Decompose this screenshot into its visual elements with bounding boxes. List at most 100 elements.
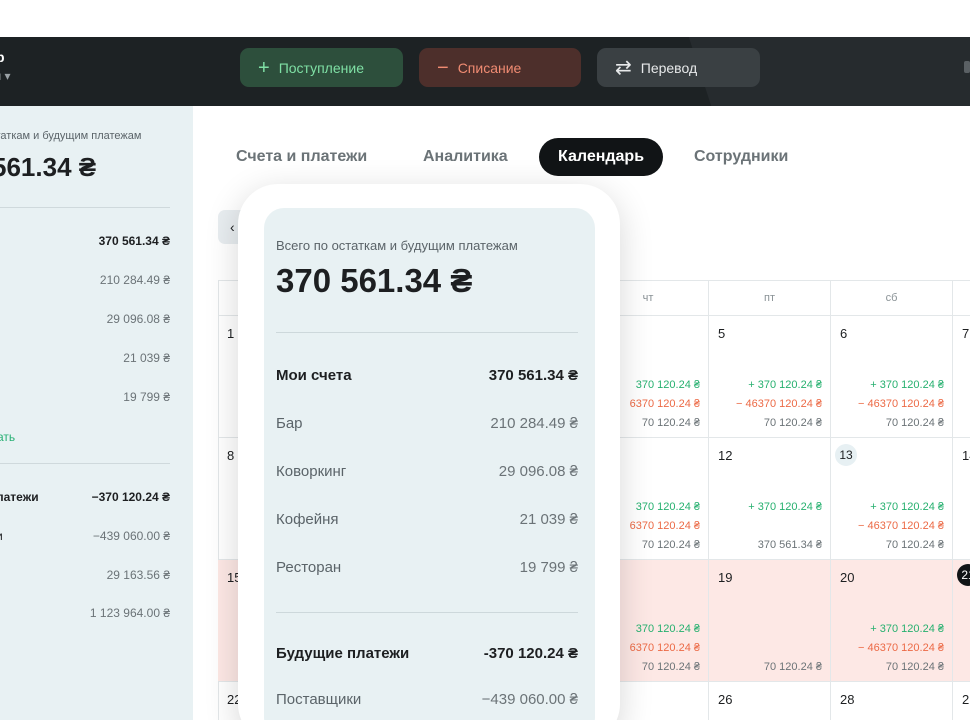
sidebar-row-value: −439 060.00 ₴: [92, 529, 170, 543]
day-number: 14: [962, 448, 970, 463]
expense-button[interactable]: − Списание: [419, 48, 581, 87]
day-amounts: + 370 120.24 ₴ − 46370 120.24 ₴ 70 120.2…: [858, 376, 944, 433]
plus-icon: +: [258, 56, 270, 79]
tab-calendar[interactable]: Календарь: [539, 138, 664, 176]
tab-employees[interactable]: Сотрудники: [694, 138, 788, 176]
income-button[interactable]: + Поступление: [240, 48, 403, 87]
card-row-label: Кофейня: [276, 511, 339, 528]
balance-amount: 70 120.24 ₴: [641, 661, 700, 673]
day-amounts: 370 120.24 ₴ 6370 120.24 ₴ 70 120.24 ₴: [630, 376, 700, 433]
balance-amount: 370 561.34 ₴: [757, 539, 822, 551]
expense-amount: − 46370 120.24 ₴: [858, 520, 944, 532]
divider: [0, 463, 170, 464]
chevron-left-icon: ‹: [230, 219, 235, 235]
day-number: 20: [840, 570, 855, 585]
card-account-row[interactable]: Кофейня 21 039 ₴: [276, 511, 578, 533]
day-number: 6: [840, 326, 848, 341]
sidebar-row-value: −370 120.24 ₴: [91, 490, 170, 504]
card-account-row[interactable]: Бар 210 284.49 ₴: [276, 415, 578, 437]
calendar-day-cell[interactable]: 7: [953, 316, 970, 438]
sidebar-row-value: 29 096.08 ₴: [106, 312, 170, 326]
company-name[interactable]: р: [0, 49, 5, 65]
day-number: 19: [718, 570, 733, 585]
day-amounts: 70 120.24 ₴: [764, 620, 822, 677]
transfer-button-label: Перевод: [640, 59, 698, 76]
sidebar-total: 561.34 ₴: [0, 152, 97, 182]
calendar-day-cell[interactable]: 12 + 370 120.24 ₴ 370 561.34 ₴: [709, 438, 831, 560]
calendar-day-cell[interactable]: 20 + 370 120.24 ₴ − 46370 120.24 ₴ 70 12…: [831, 560, 953, 682]
divider: [276, 612, 578, 613]
balance-amount: 70 120.24 ₴: [885, 661, 944, 673]
card-accounts-header[interactable]: Мои счета 370 561.34 ₴: [276, 367, 578, 389]
tab-accounts-payments[interactable]: Счета и платежи: [236, 138, 367, 176]
expense-amount: − 46370 120.24 ₴: [858, 398, 944, 410]
day-amounts: 370 120.24 ₴ 6370 120.24 ₴ 70 120.24 ₴: [630, 620, 700, 677]
sidebar-future-row[interactable]: 1 123 964.00 ₴: [0, 606, 170, 624]
balance-amount: 70 120.24 ₴: [763, 661, 822, 673]
day-amounts: + 370 120.24 ₴ 370 561.34 ₴: [748, 498, 822, 555]
divider: [0, 207, 170, 208]
card-row-value: 29 096.08 ₴: [498, 463, 578, 480]
card-row-value: 370 561.34 ₴: [488, 367, 578, 384]
sidebar-row-value: 370 561.34 ₴: [98, 234, 170, 248]
sidebar-account-row[interactable]: 210 284.49 ₴: [0, 273, 170, 291]
sidebar-account-row[interactable]: 19 799 ₴: [0, 390, 170, 408]
header-edge-control[interactable]: [964, 61, 970, 73]
card-caption: Всего по остаткам и будущим платежам: [276, 238, 518, 253]
tab-analytics[interactable]: Аналитика: [423, 138, 508, 176]
card-account-row[interactable]: Ресторан 19 799 ₴: [276, 559, 578, 581]
calendar-day-cell[interactable]: 28: [831, 682, 953, 720]
transfer-button[interactable]: ⇄ Перевод: [597, 48, 760, 87]
calendar-day-cell[interactable]: 6 + 370 120.24 ₴ − 46370 120.24 ₴ 70 120…: [831, 316, 953, 438]
card-row-value: −439 060.00 ₴: [481, 691, 578, 708]
calendar-day-cell[interactable]: 13 + 370 120.24 ₴ − 46370 120.24 ₴ 70 12…: [831, 438, 953, 560]
income-amount: + 370 120.24 ₴: [870, 623, 944, 635]
sidebar-row-value: 19 799 ₴: [123, 390, 170, 404]
sidebar-account-row[interactable]: 21 039 ₴: [0, 351, 170, 369]
day-of-week-header: [953, 280, 970, 316]
card-row-value: 21 039 ₴: [519, 511, 578, 528]
income-amount: + 370 120.24 ₴: [748, 379, 822, 391]
card-row-label: Коворкинг: [276, 463, 347, 480]
calendar-day-cell[interactable]: 21: [953, 560, 970, 682]
sidebar-row-value: 21 039 ₴: [123, 351, 170, 365]
sidebar-row-label: латежи: [0, 490, 39, 504]
income-amount: [764, 620, 822, 639]
sidebar-account-row[interactable]: 370 561.34 ₴: [0, 234, 170, 252]
income-amount: 370 120.24 ₴: [635, 501, 700, 513]
card-row-label: Будущие платежи: [276, 645, 410, 662]
sidebar-row-value: 29 163.56 ₴: [106, 568, 170, 582]
day-number: 2: [962, 692, 970, 707]
card-future-header[interactable]: Будущие платежи -370 120.24 ₴: [276, 645, 578, 667]
calendar-day-cell[interactable]: 14: [953, 438, 970, 560]
calendar-day-cell[interactable]: 19 70 120.24 ₴: [709, 560, 831, 682]
expense-amount: 6370 120.24 ₴: [629, 398, 700, 410]
top-bar: р ия ▾ + Поступление − Списание ⇄ Перево…: [0, 37, 970, 106]
card-row-label: Мои счета: [276, 367, 352, 384]
expense-amount: 6370 120.24 ₴: [629, 642, 700, 654]
sidebar-caption: статкам и будущим платежам: [0, 130, 142, 142]
card-future-row[interactable]: Поставщики −439 060.00 ₴: [276, 691, 578, 713]
calendar-day-cell[interactable]: 5 + 370 120.24 ₴ − 46370 120.24 ₴ 70 120…: [709, 316, 831, 438]
day-amounts: + 370 120.24 ₴ − 46370 120.24 ₴ 70 120.2…: [736, 376, 822, 433]
card-account-row[interactable]: Коворкинг 29 096.08 ₴: [276, 463, 578, 485]
sidebar-future-row[interactable]: и −439 060.00 ₴: [0, 529, 170, 547]
day-number: 28: [840, 692, 855, 707]
card-row-value: 19 799 ₴: [519, 559, 578, 576]
company-switcher[interactable]: ия ▾: [0, 69, 11, 83]
sidebar-add-link[interactable]: ать: [0, 430, 15, 444]
card-row-label: Ресторан: [276, 559, 342, 576]
sidebar-future-row[interactable]: 29 163.56 ₴: [0, 568, 170, 586]
calendar-day-cell[interactable]: 26: [709, 682, 831, 720]
day-number: 5: [718, 326, 726, 341]
sidebar-future-row[interactable]: латежи −370 120.24 ₴: [0, 490, 170, 508]
day-of-week-header: сб: [831, 280, 953, 316]
sidebar-row-label: и: [0, 529, 3, 543]
balance-amount: 70 120.24 ₴: [885, 539, 944, 551]
sidebar-account-row[interactable]: 29 096.08 ₴: [0, 312, 170, 330]
transfer-arrows-icon: ⇄: [615, 56, 632, 79]
expense-amount: − 46370 120.24 ₴: [736, 398, 822, 410]
day-number: 12: [718, 448, 733, 463]
divider: [276, 332, 578, 333]
calendar-day-cell[interactable]: 2: [953, 682, 970, 720]
